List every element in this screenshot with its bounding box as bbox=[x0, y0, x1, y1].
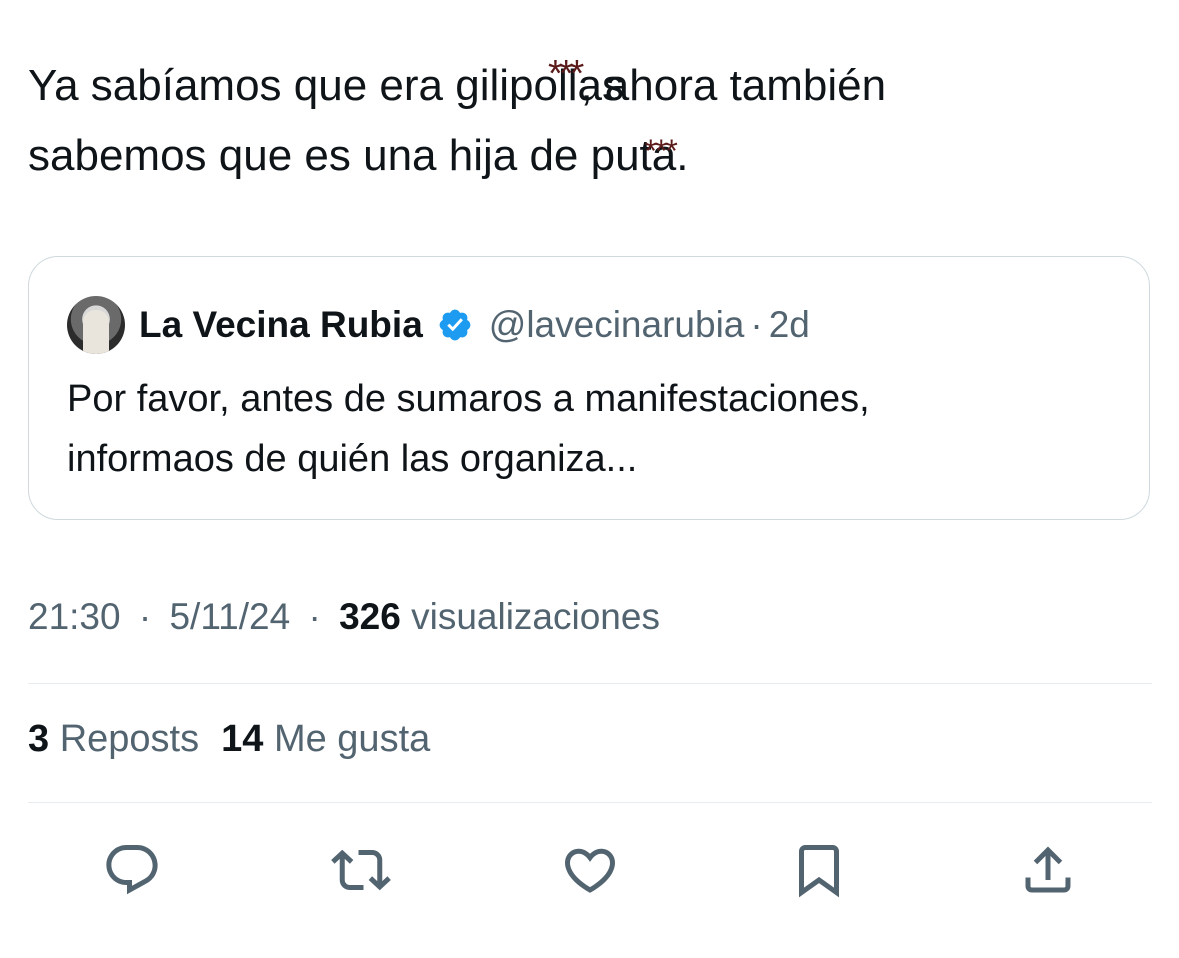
tweet-date[interactable]: 5/11/24 bbox=[169, 596, 290, 637]
divider bbox=[28, 802, 1152, 803]
tweet-line-2: sabemos que es una hija de puta.*** bbox=[28, 122, 1148, 193]
share-button[interactable] bbox=[1016, 838, 1080, 902]
quoted-tweet-text: Por favor, antes de sumaros a manifestac… bbox=[67, 369, 1127, 489]
like-button[interactable] bbox=[558, 838, 622, 902]
likes-stat[interactable]: 14 Me gusta bbox=[221, 718, 430, 760]
tweet-time[interactable]: 21:30 bbox=[28, 596, 121, 637]
tweet-line-1-before: Ya sabíamos que era gilipollas bbox=[28, 61, 624, 110]
repost-icon bbox=[331, 849, 391, 891]
reply-button[interactable] bbox=[100, 838, 164, 902]
quoted-author-name[interactable]: La Vecina Rubia bbox=[139, 304, 423, 346]
divider bbox=[28, 683, 1152, 684]
action-bar bbox=[100, 838, 1080, 902]
likes-label: Me gusta bbox=[273, 718, 431, 760]
quoted-separator: · bbox=[750, 304, 763, 345]
reply-icon bbox=[106, 845, 158, 895]
verified-badge-icon bbox=[439, 309, 471, 341]
bookmark-button[interactable] bbox=[787, 838, 851, 902]
quoted-tweet-card[interactable]: La Vecina Rubia @lavecinarubia · 2d Por … bbox=[28, 256, 1150, 520]
reposts-count: 3 bbox=[28, 718, 50, 760]
tweet-line-2-before: sabemos que es una hija de puta. bbox=[28, 131, 689, 180]
reposts-stat[interactable]: 3 Reposts bbox=[28, 718, 199, 760]
quoted-line-2: informaos de quién las organiza... bbox=[67, 438, 638, 480]
bookmark-icon bbox=[799, 845, 839, 898]
meta-separator-2: · bbox=[308, 596, 321, 637]
quoted-time[interactable]: 2d bbox=[769, 304, 810, 346]
avatar[interactable] bbox=[67, 296, 125, 354]
tweet-line-1-after: , ahora también bbox=[580, 61, 887, 110]
reposts-label: Reposts bbox=[59, 718, 200, 760]
like-icon bbox=[564, 848, 616, 893]
tweet-line-1: Ya sabíamos que era gilipollas***, ahora… bbox=[28, 52, 1148, 122]
views-label: visualizaciones bbox=[411, 596, 660, 637]
quoted-author-handle[interactable]: @lavecinarubia bbox=[489, 304, 745, 346]
tweet-meta: 21:30 · 5/11/24 · 326 visualizaciones bbox=[28, 596, 660, 638]
annotation-stars-2: *** bbox=[644, 133, 677, 169]
tweet-stats: 3 Reposts 14 Me gusta bbox=[28, 718, 430, 761]
repost-button[interactable] bbox=[329, 838, 393, 902]
tweet-text: Ya sabíamos que era gilipollas***, ahora… bbox=[28, 52, 1148, 193]
meta-separator-1: · bbox=[138, 596, 152, 637]
annotation-stars-1: *** bbox=[547, 53, 584, 95]
share-icon bbox=[1025, 846, 1071, 893]
views-count: 326 bbox=[339, 596, 401, 637]
quoted-line-1: Por favor, antes de sumaros a manifestac… bbox=[67, 378, 870, 420]
quoted-tweet-header: La Vecina Rubia @lavecinarubia · 2d bbox=[67, 295, 810, 355]
likes-count: 14 bbox=[221, 718, 264, 760]
